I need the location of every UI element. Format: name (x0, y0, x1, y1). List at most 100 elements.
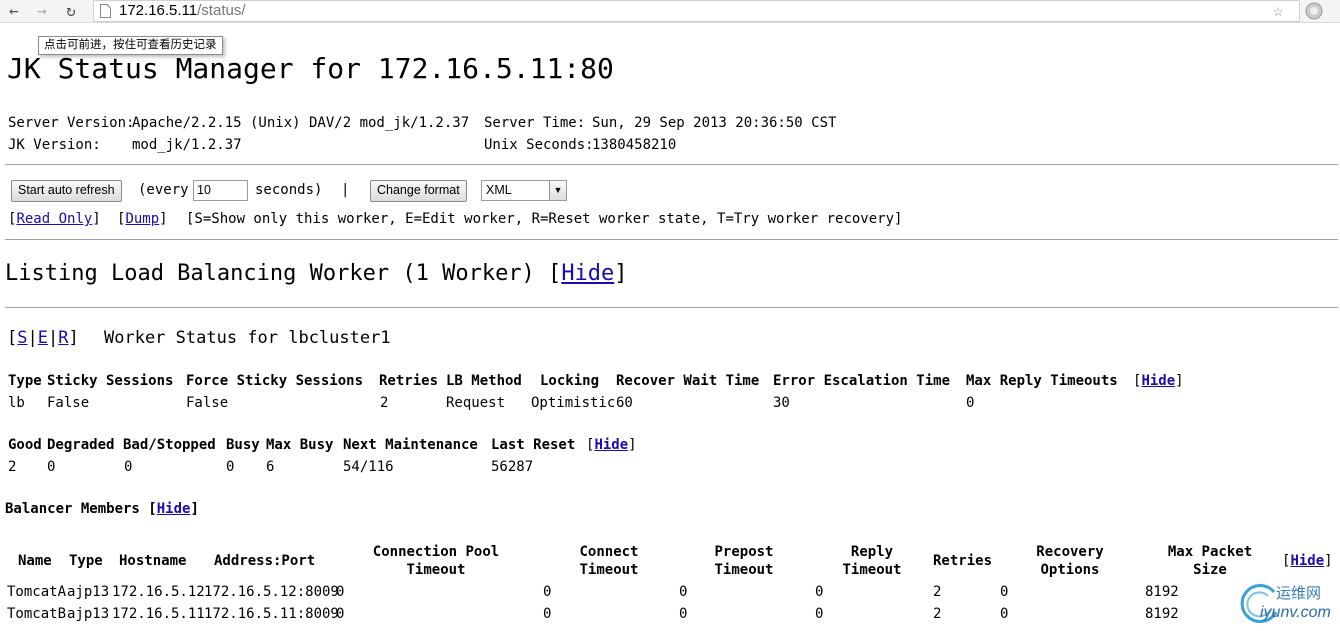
th-force-sticky-sessions: Force Sticky Sessions (186, 373, 364, 389)
server-version-label: Server Version: (8, 115, 135, 131)
balancer-members-title: Balancer Members (5, 501, 140, 517)
watermark-site: iyunv.com (1260, 604, 1331, 621)
member-recovery-options: 0 (1000, 584, 1009, 600)
jk-version-label: JK Version: (8, 137, 101, 153)
bookmark-star-icon[interactable]: ☆ (1273, 1, 1283, 21)
browser-toolbar: ← → ↻ 172.16.5.11/status/ ☆ (0, 0, 1340, 23)
server-time-value: Sun, 29 Sep 2013 20:36:50 CST (592, 115, 837, 131)
th-next-maintenance: Next Maintenance (343, 437, 478, 453)
member-address: 172.16.5.11:8009 (204, 606, 339, 622)
td-busy: 0 (226, 459, 235, 475)
worker-status-title: Worker Status for lbcluster1 (104, 328, 391, 348)
th-connection-pool-timeout: Connection Pool Timeout (372, 544, 500, 578)
member-prepost-timeout: 0 (679, 584, 688, 600)
member-type: ajp13 (67, 606, 110, 622)
th-recover-wait-time: Recover Wait Time (616, 373, 760, 389)
th-busy: Busy (226, 437, 260, 453)
balancer-members-wrap: Balancer Members [Hide] (5, 501, 199, 517)
td-good: 2 (8, 459, 17, 475)
reload-icon[interactable]: ↻ (61, 1, 81, 21)
member-reply-timeout: 0 (815, 584, 824, 600)
state-hide-link[interactable]: Hide (594, 437, 628, 453)
th-last-reset: Last Reset (491, 437, 576, 453)
td-type: lb (8, 395, 25, 411)
address-bar[interactable]: 172.16.5.11/status/ (93, 0, 1300, 22)
dropdown-arrow-icon: ▼ (549, 181, 566, 200)
server-time-label: Server Time: (484, 115, 586, 131)
dump-link[interactable]: Dump (125, 211, 159, 227)
listing-heading: Listing Load Balancing Worker (1 Worker)… (5, 261, 628, 286)
member-prepost-timeout: 0 (679, 606, 688, 622)
member-type: ajp13 (67, 584, 110, 600)
member-recovery-options: 0 (1000, 606, 1009, 622)
read-only-link[interactable]: Read Only (16, 211, 92, 227)
th-address-port: Address:Port (214, 553, 316, 569)
member-hostname: 172.16.5.11 (112, 606, 205, 622)
globe-icon[interactable] (1305, 2, 1323, 20)
td-last-reset: 56287 (491, 459, 534, 475)
state-hide-wrap: [Hide] (586, 437, 637, 453)
th-hostname: Hostname (119, 553, 187, 569)
watermark-brand: 运维网 (1276, 585, 1322, 602)
th-max-packet-size: Max Packet Size (1167, 544, 1253, 578)
th-recovery-options: Recovery Options (1036, 544, 1104, 578)
listing-heading-text: Listing Load Balancing Worker (1 Worker) (5, 261, 535, 286)
member-name: TomcatA (7, 584, 67, 600)
member-max-packet-size: 8192 (1145, 606, 1179, 622)
unix-seconds-value: 1380458210 (592, 137, 677, 153)
th-prepost-timeout: Prepost Timeout (714, 544, 774, 578)
back-icon[interactable]: ← (4, 1, 24, 21)
th-max-reply-timeouts: Max Reply Timeouts (966, 373, 1118, 389)
th-connect-timeout: Connect Timeout (579, 544, 639, 578)
member-cols-hide-link[interactable]: Hide (1290, 553, 1324, 569)
forward-icon[interactable]: → (32, 1, 52, 21)
format-select[interactable]: XML ▼ (481, 180, 567, 201)
watermark-logo: 运维网 iyunv.com (1236, 580, 1336, 628)
td-sticky-sessions: False (47, 395, 90, 411)
member-retries: 2 (933, 584, 942, 600)
th-error-escalation-time: Error Escalation Time (773, 373, 951, 389)
th-degraded: Degraded (47, 437, 115, 453)
member-connect-timeout: 0 (543, 606, 552, 622)
td-lb-method: Request (446, 395, 506, 411)
td-max-busy: 6 (266, 459, 275, 475)
divider (5, 307, 1338, 308)
td-error-escalation-time: 30 (773, 395, 790, 411)
seconds-label: seconds) (255, 182, 323, 198)
td-force-sticky-sessions: False (186, 395, 229, 411)
th-type: Type (8, 373, 42, 389)
listing-hide-link[interactable]: Hide (561, 261, 614, 286)
lb-hide-link[interactable]: Hide (1141, 373, 1175, 389)
server-version-value: Apache/2.2.15 (Unix) DAV/2 mod_jk/1.2.37 (132, 115, 470, 131)
page-icon (100, 4, 111, 18)
member-conn-pool-timeout: 0 (336, 606, 345, 622)
divider (5, 239, 1338, 240)
th-retries: Retries (379, 373, 439, 389)
format-select-value: XML (486, 183, 512, 197)
th-member-type: Type (69, 553, 103, 569)
action-legend: [S=Show only this worker, E=Edit worker,… (186, 211, 903, 227)
separator: | (341, 182, 350, 198)
start-auto-refresh-button[interactable]: Start auto refresh (11, 180, 122, 202)
td-retries: 2 (380, 395, 389, 411)
worker-actions: [S|E|R] (7, 328, 79, 348)
th-name: Name (18, 553, 52, 569)
member-connect-timeout: 0 (543, 584, 552, 600)
member-retries: 2 (933, 606, 942, 622)
td-max-reply-timeouts: 0 (966, 395, 975, 411)
th-member-retries: Retries (933, 553, 993, 569)
change-format-button[interactable]: Change format (370, 180, 467, 202)
member-hostname: 172.16.5.12 (112, 584, 205, 600)
member-address: 172.16.5.12:8009 (204, 584, 339, 600)
th-max-busy: Max Busy (266, 437, 334, 453)
edit-worker-link[interactable]: E (38, 328, 48, 348)
member-cols-hide-wrap: [Hide] (1282, 553, 1333, 569)
member-name: TomcatB (7, 606, 67, 622)
th-good: Good (8, 437, 42, 453)
reset-worker-link[interactable]: R (58, 328, 68, 348)
show-worker-link[interactable]: S (17, 328, 27, 348)
members-hide-link[interactable]: Hide (157, 501, 191, 517)
every-label: (every (138, 182, 189, 198)
th-locking: Locking (540, 373, 600, 389)
refresh-interval-input[interactable]: 10 (193, 180, 248, 201)
